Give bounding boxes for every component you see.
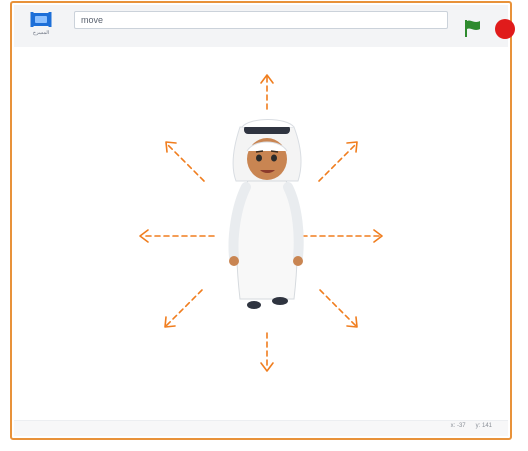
- x-value: -37: [456, 423, 466, 429]
- status-bar: x: -37 y: 141: [14, 420, 508, 436]
- y-label: y:: [475, 423, 481, 429]
- arrow-right: [301, 229, 383, 243]
- stage-drawing: [139, 74, 383, 372]
- arrow-up-left: [165, 141, 205, 182]
- green-flag-icon[interactable]: [462, 17, 482, 39]
- arrow-left: [139, 229, 215, 243]
- arrow-up: [260, 74, 274, 110]
- coordinates-readout: x: -37 y: 141: [451, 423, 492, 429]
- arrow-down-left: [164, 289, 203, 328]
- stage-window: المسرح move x: -37 y: 141: [10, 1, 515, 440]
- arrow-down-right: [319, 289, 358, 328]
- stage-toolbar: المسرح move: [14, 5, 515, 48]
- arrow-down: [260, 332, 274, 372]
- x-label: x:: [450, 423, 456, 429]
- character-sprite[interactable]: [228, 119, 304, 310]
- sprite-name-input[interactable]: move: [74, 11, 448, 29]
- arrow-up-right: [318, 141, 358, 182]
- stage-view-button[interactable]: المسرح: [24, 11, 58, 43]
- stop-button[interactable]: [495, 19, 515, 39]
- stage-canvas[interactable]: [14, 47, 508, 421]
- y-value: 141: [481, 423, 492, 429]
- stage-icon: [30, 12, 52, 27]
- stage-label: المسرح: [32, 30, 50, 36]
